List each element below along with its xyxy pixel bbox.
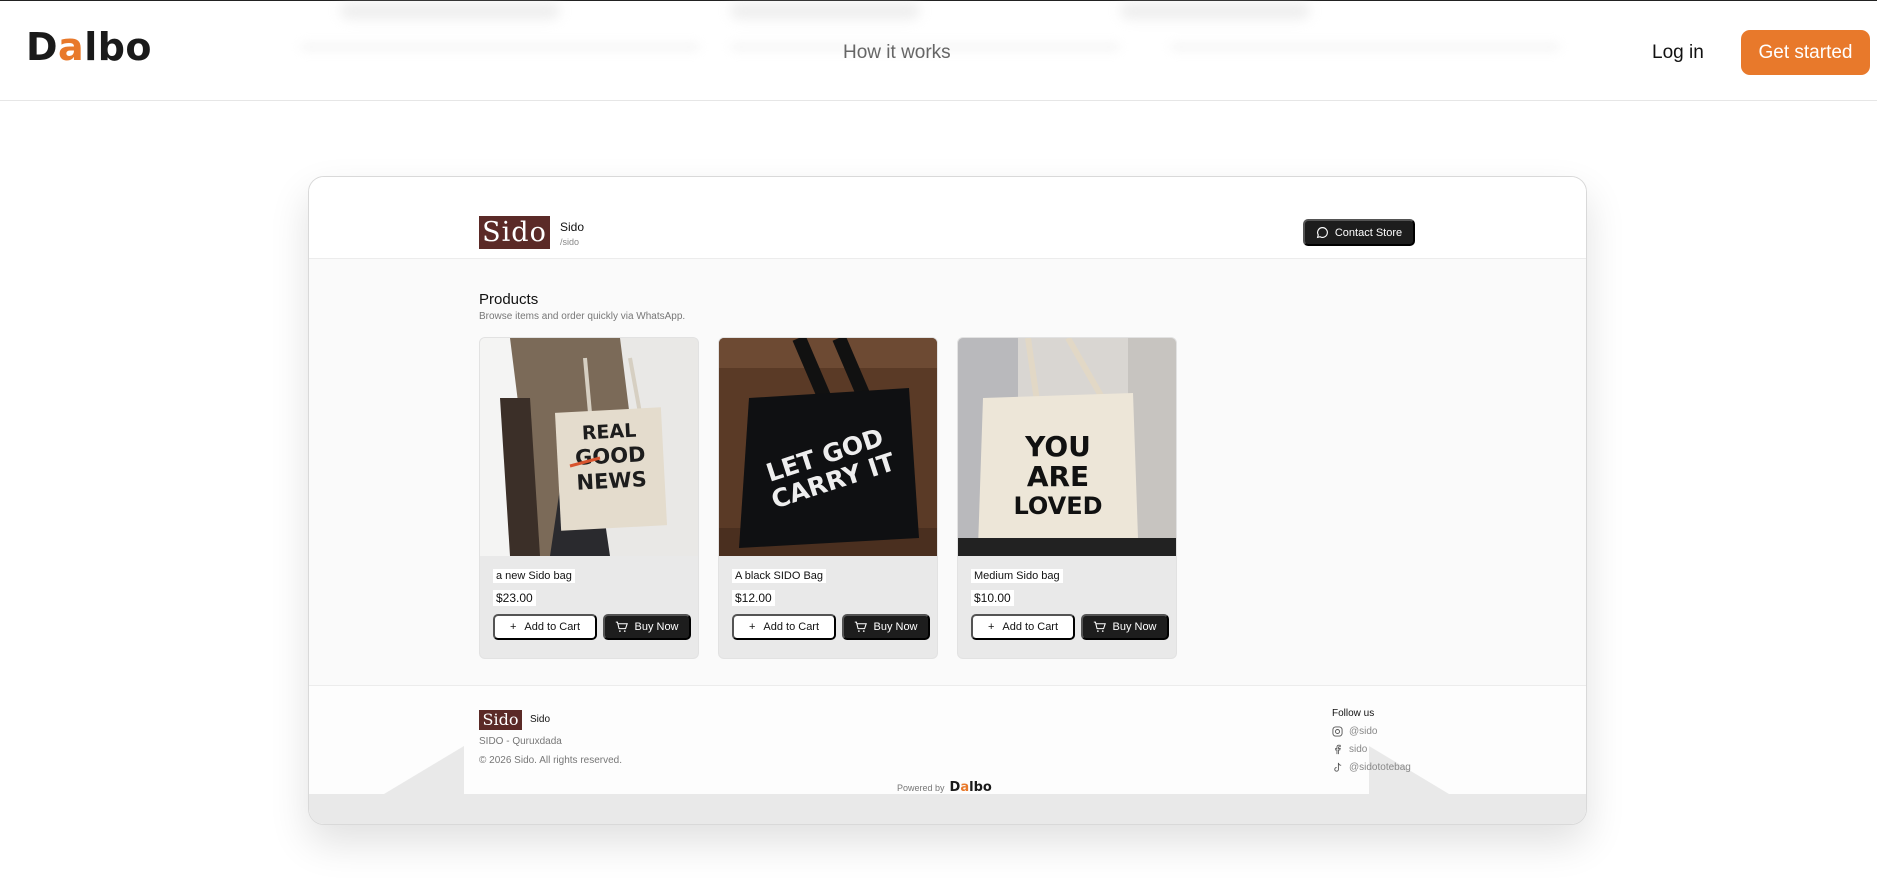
footer-tagline: SIDO - Quruxdada <box>479 736 562 747</box>
tiktok-icon <box>1334 762 1342 772</box>
add-to-cart-button[interactable]: + Add to Cart <box>971 614 1075 640</box>
footer-store-name: Sido <box>530 714 551 725</box>
product-price: $12.00 <box>732 590 775 606</box>
get-started-button[interactable]: Get started <box>1741 30 1870 75</box>
product-card[interactable]: REAL GOOD NEWS a new Sido bag $23.00 + A… <box>479 337 699 659</box>
cart-icon <box>855 621 868 632</box>
store-logo: Sido <box>479 216 550 249</box>
product-name[interactable]: a new Sido bag <box>493 569 575 583</box>
instagram-icon <box>1332 726 1343 737</box>
facebook-icon <box>1335 744 1341 755</box>
footer-copyright: © 2026 Sido. All rights reserved. <box>479 755 622 766</box>
buy-now-button[interactable]: Buy Now <box>603 614 691 640</box>
social-link-facebook[interactable]: sido <box>1332 744 1367 755</box>
product-image[interactable]: LET GOD CARRY IT <box>719 338 937 556</box>
svg-text:LOVED: LOVED <box>1013 492 1102 520</box>
store-preview: Sido Sido /sido Contact Store Products B… <box>308 176 1587 825</box>
buy-now-label: Buy Now <box>873 621 918 633</box>
footer-store-logo: Sido <box>479 710 522 730</box>
footer-decoration <box>384 746 464 794</box>
products-title: Products <box>479 291 539 308</box>
product-price: $23.00 <box>493 590 536 606</box>
footer-band <box>309 794 1586 824</box>
add-to-cart-button[interactable]: + Add to Cart <box>732 614 836 640</box>
product-card[interactable]: LET GOD CARRY IT A black SIDO Bag $12.00… <box>718 337 938 659</box>
store-footer: Sido Sido SIDO - Quruxdada © 2026 Sido. … <box>309 685 1586 824</box>
facebook-handle: sido <box>1349 744 1368 755</box>
cart-icon <box>1094 621 1107 632</box>
product-info: Medium Sido bag $10.00 + Add to Cart Buy… <box>962 562 1172 654</box>
social-link-tiktok[interactable]: @sidototebag <box>1332 762 1411 773</box>
svg-text:GOOD: GOOD <box>575 442 647 470</box>
powered-by-link[interactable]: Powered by Dalbo <box>897 780 992 795</box>
product-price: $10.00 <box>971 590 1014 606</box>
buy-now-button[interactable]: Buy Now <box>842 614 930 640</box>
product-image[interactable]: REAL GOOD NEWS <box>480 338 698 556</box>
add-to-cart-label: Add to Cart <box>524 621 581 633</box>
product-name[interactable]: A black SIDO Bag <box>732 569 827 583</box>
add-to-cart-label: Add to Cart <box>1002 621 1059 633</box>
buy-now-button[interactable]: Buy Now <box>1081 614 1169 640</box>
svg-text:YOU: YOU <box>1024 430 1091 463</box>
nav-how-it-works[interactable]: How it works <box>843 42 951 64</box>
add-to-cart-label: Add to Cart <box>763 621 820 633</box>
follow-us-title: Follow us <box>1332 708 1375 719</box>
store-name: Sido <box>560 220 585 234</box>
product-card[interactable]: YOU ARE LOVED Medium Sido bag $10.00 + A… <box>957 337 1177 659</box>
dalbo-logo[interactable]: Dalbo <box>26 25 152 69</box>
svg-text:NEWS: NEWS <box>576 467 647 495</box>
buy-now-label: Buy Now <box>634 621 679 633</box>
products-subtitle: Browse items and order quickly via Whats… <box>479 311 686 322</box>
svg-text:REAL: REAL <box>581 420 636 445</box>
social-link-instagram[interactable]: @sido <box>1332 726 1378 737</box>
login-link[interactable]: Log in <box>1652 42 1704 64</box>
contact-store-button[interactable]: Contact Store <box>1303 219 1415 246</box>
svg-text:ARE: ARE <box>1027 460 1089 493</box>
powered-by-label: Powered by <box>897 782 945 793</box>
product-info: a new Sido bag $23.00 + Add to Cart Buy … <box>484 562 694 654</box>
buy-now-label: Buy Now <box>1112 621 1157 633</box>
plus-icon: + <box>509 621 517 633</box>
site-header: Dalbo How it works Log in Get started <box>0 1 1877 101</box>
instagram-handle: @sido <box>1349 726 1378 737</box>
dalbo-mini-logo: Dalbo <box>949 780 992 795</box>
product-image[interactable]: YOU ARE LOVED <box>958 338 1176 556</box>
tiktok-handle: @sidototebag <box>1349 762 1411 773</box>
chat-bubble-icon <box>1316 227 1328 239</box>
product-name[interactable]: Medium Sido bag <box>971 569 1063 583</box>
contact-store-label: Contact Store <box>1334 226 1403 239</box>
plus-icon: + <box>987 621 995 633</box>
cart-icon <box>616 621 629 632</box>
store-slug: /sido <box>560 237 580 247</box>
store-header: Sido Sido /sido Contact Store <box>309 177 1586 259</box>
plus-icon: + <box>748 621 756 633</box>
product-info: A black SIDO Bag $12.00 + Add to Cart Bu… <box>723 562 933 654</box>
add-to-cart-button[interactable]: + Add to Cart <box>493 614 597 640</box>
